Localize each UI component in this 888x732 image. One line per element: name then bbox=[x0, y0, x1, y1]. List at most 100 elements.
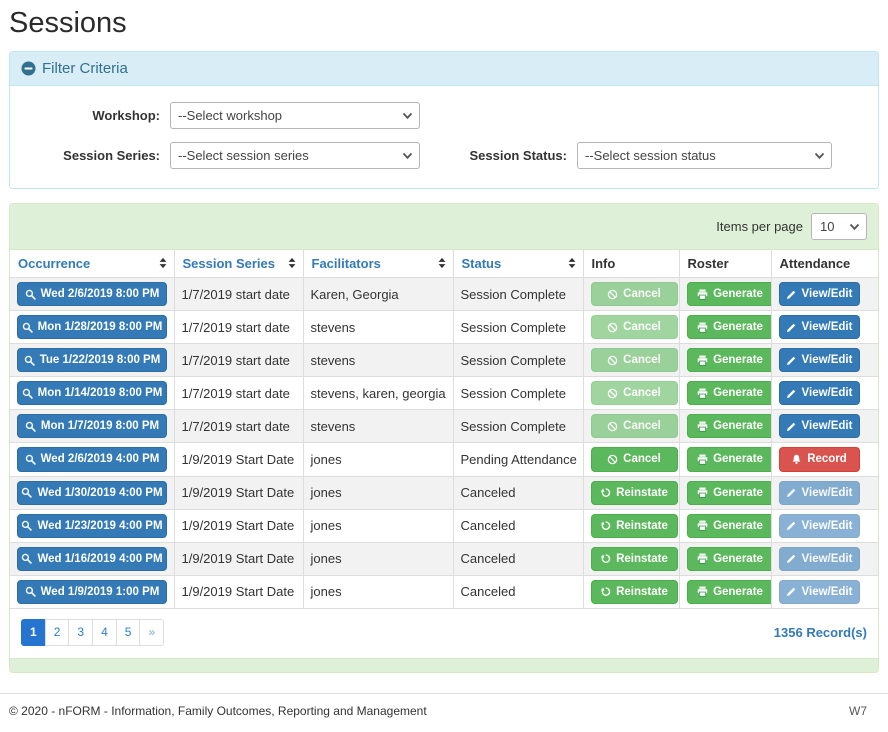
roster-button[interactable]: Generate bbox=[687, 447, 772, 471]
roster-button[interactable]: Generate bbox=[687, 282, 772, 306]
search-icon bbox=[25, 586, 36, 597]
items-per-page-select[interactable]: 10 bbox=[811, 213, 867, 240]
filter-criteria-panel: Filter Criteria Workshop: --Select works… bbox=[9, 51, 879, 189]
info-button[interactable]: Reinstate bbox=[591, 514, 678, 538]
roster-cell: Generate bbox=[679, 377, 771, 410]
roster-button[interactable]: Generate bbox=[687, 348, 772, 372]
roster-button[interactable]: Generate bbox=[687, 481, 772, 505]
occurrence-button[interactable]: Wed 1/23/2019 4:00 PM bbox=[17, 514, 167, 538]
info-button: Cancel bbox=[591, 282, 678, 306]
attendance-button[interactable]: View/Edit bbox=[779, 381, 860, 405]
occurrence-button[interactable]: Wed 1/30/2019 4:00 PM bbox=[17, 481, 167, 505]
attendance-cell: View/Edit bbox=[771, 542, 878, 575]
search-icon bbox=[21, 520, 32, 531]
button-label: Generate bbox=[713, 551, 763, 567]
occurrence-button[interactable]: Wed 2/6/2019 4:00 PM bbox=[17, 447, 167, 471]
attendance-cell: Record bbox=[771, 443, 878, 476]
minus-circle-icon[interactable] bbox=[21, 61, 36, 76]
attendance-button: View/Edit bbox=[779, 514, 860, 538]
attendance-button[interactable]: View/Edit bbox=[779, 348, 860, 372]
column-header-session-series[interactable]: Session Series bbox=[174, 250, 303, 278]
button-label: Generate bbox=[713, 319, 763, 335]
session-series-cell: 1/7/2019 start date bbox=[174, 311, 303, 344]
ban-icon bbox=[607, 388, 618, 399]
undo-icon bbox=[600, 520, 611, 531]
table-row: Mon 1/14/2019 8:00 PM 1/7/2019 start date… bbox=[10, 377, 878, 410]
button-label: Mon 1/28/2019 8:00 PM bbox=[38, 319, 163, 335]
status-cell: Canceled bbox=[453, 509, 583, 542]
column-header-status[interactable]: Status bbox=[453, 250, 583, 278]
page-button-4[interactable]: 4 bbox=[92, 619, 117, 646]
roster-cell: Generate bbox=[679, 344, 771, 377]
page-button-5[interactable]: 5 bbox=[116, 619, 141, 646]
page-button-2[interactable]: 2 bbox=[45, 619, 70, 646]
roster-cell: Generate bbox=[679, 278, 771, 311]
button-label: Reinstate bbox=[616, 485, 668, 501]
button-label: View/Edit bbox=[802, 385, 853, 401]
attendance-cell: View/Edit bbox=[771, 278, 878, 311]
occurrence-button[interactable]: Mon 1/7/2019 8:00 PM bbox=[17, 414, 167, 438]
print-icon bbox=[697, 289, 708, 300]
info-button[interactable]: Cancel bbox=[591, 447, 678, 471]
session-series-cell: 1/7/2019 start date bbox=[174, 377, 303, 410]
button-label: Cancel bbox=[623, 286, 661, 302]
roster-button[interactable]: Generate bbox=[687, 514, 772, 538]
button-label: Reinstate bbox=[616, 551, 668, 567]
pencil-icon bbox=[786, 388, 797, 399]
page-button-3[interactable]: 3 bbox=[68, 619, 93, 646]
attendance-button[interactable]: View/Edit bbox=[779, 315, 860, 339]
print-icon bbox=[697, 487, 708, 498]
column-label: Info bbox=[592, 256, 616, 271]
card-footer-band bbox=[10, 658, 878, 672]
roster-cell: Generate bbox=[679, 443, 771, 476]
session-series-cell: 1/9/2019 Start Date bbox=[174, 443, 303, 476]
column-label: Attendance bbox=[780, 256, 851, 271]
button-label: View/Edit bbox=[802, 319, 853, 335]
status-cell: Canceled bbox=[453, 575, 583, 608]
facilitators-cell: jones bbox=[303, 509, 453, 542]
attendance-button[interactable]: Record bbox=[779, 447, 860, 471]
occurrence-button[interactable]: Mon 1/28/2019 8:00 PM bbox=[17, 315, 167, 339]
occurrence-button[interactable]: Mon 1/14/2019 8:00 PM bbox=[17, 381, 167, 405]
roster-button[interactable]: Generate bbox=[687, 547, 772, 571]
sort-icon bbox=[288, 257, 296, 268]
attendance-button[interactable]: View/Edit bbox=[779, 414, 860, 438]
filter-criteria-header[interactable]: Filter Criteria bbox=[10, 52, 878, 86]
info-button[interactable]: Reinstate bbox=[591, 580, 678, 604]
info-button[interactable]: Reinstate bbox=[591, 547, 678, 571]
column-header-occurrence[interactable]: Occurrence bbox=[10, 250, 174, 278]
info-cell: Cancel bbox=[583, 443, 679, 476]
occurrence-button[interactable]: Wed 1/9/2019 1:00 PM bbox=[17, 580, 167, 604]
session-series-cell: 1/9/2019 Start Date bbox=[174, 476, 303, 509]
sort-icon bbox=[438, 257, 446, 268]
info-button[interactable]: Reinstate bbox=[591, 481, 678, 505]
session-series-select[interactable]: --Select session series bbox=[170, 142, 420, 169]
attendance-button[interactable]: View/Edit bbox=[779, 282, 860, 306]
info-cell: Cancel bbox=[583, 278, 679, 311]
info-button: Cancel bbox=[591, 381, 678, 405]
column-header-facilitators[interactable]: Facilitators bbox=[303, 250, 453, 278]
bell-icon bbox=[791, 454, 802, 465]
roster-button[interactable]: Generate bbox=[687, 580, 772, 604]
search-icon bbox=[22, 388, 33, 399]
status-cell: Session Complete bbox=[453, 311, 583, 344]
roster-button[interactable]: Generate bbox=[687, 414, 772, 438]
search-icon bbox=[24, 355, 35, 366]
occurrence-button[interactable]: Wed 1/16/2019 4:00 PM bbox=[17, 547, 167, 571]
next-page-button[interactable]: » bbox=[139, 619, 164, 646]
button-label: View/Edit bbox=[802, 352, 853, 368]
column-header-info: Info bbox=[583, 250, 679, 278]
button-label: Wed 2/6/2019 8:00 PM bbox=[41, 286, 160, 302]
occurrence-button[interactable]: Wed 2/6/2019 8:00 PM bbox=[17, 282, 167, 306]
status-cell: Session Complete bbox=[453, 410, 583, 443]
occurrence-button[interactable]: Tue 1/22/2019 8:00 PM bbox=[17, 348, 167, 372]
pencil-icon bbox=[786, 355, 797, 366]
roster-button[interactable]: Generate bbox=[687, 381, 772, 405]
workshop-select[interactable]: --Select workshop bbox=[170, 102, 420, 129]
page-button-1[interactable]: 1 bbox=[21, 619, 46, 646]
roster-button[interactable]: Generate bbox=[687, 315, 772, 339]
print-icon bbox=[697, 454, 708, 465]
session-status-select[interactable]: --Select session status bbox=[577, 142, 832, 169]
facilitators-cell: stevens, karen, georgia bbox=[303, 377, 453, 410]
button-label: Generate bbox=[713, 518, 763, 534]
